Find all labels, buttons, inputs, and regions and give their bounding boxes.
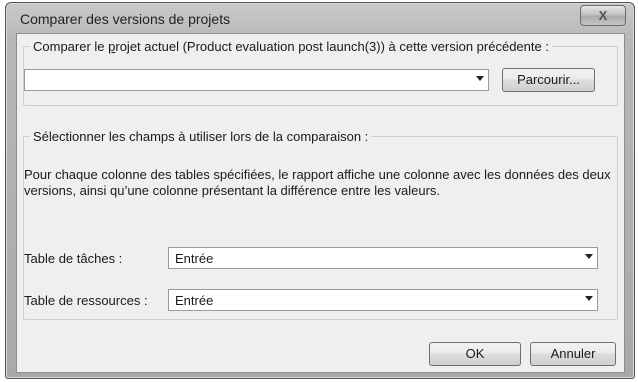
resource-table-combo[interactable]: Entrée bbox=[168, 289, 598, 311]
resource-table-value: Entrée bbox=[175, 293, 214, 308]
fields-group: Sélectionner les champs à utiliser lors … bbox=[23, 129, 618, 320]
browse-button[interactable]: Parcourir... bbox=[502, 68, 595, 92]
previous-version-legend: Comparer le projet actuel (Product evalu… bbox=[30, 39, 552, 54]
task-table-label: Table de tâches : bbox=[24, 251, 123, 266]
title-bar[interactable]: Comparer des versions de projets X bbox=[6, 3, 634, 35]
chevron-down-icon bbox=[585, 296, 593, 301]
dialog-window: Comparer des versions de projets X Compa… bbox=[5, 2, 635, 379]
ok-button[interactable]: OK bbox=[429, 342, 521, 366]
fields-legend: Sélectionner les champs à utiliser lors … bbox=[30, 129, 372, 144]
close-button[interactable]: X bbox=[580, 5, 626, 26]
task-table-combo[interactable]: Entrée bbox=[168, 247, 598, 269]
close-icon: X bbox=[598, 8, 608, 23]
dialog-body: Comparer le projet actuel (Product evalu… bbox=[16, 33, 625, 373]
fields-description: Pour chaque colonne des tables spécifiée… bbox=[24, 167, 611, 198]
cancel-button[interactable]: Annuler bbox=[530, 342, 616, 366]
dialog-title: Comparer des versions de projets bbox=[20, 11, 231, 27]
chevron-down-icon bbox=[476, 76, 484, 81]
previous-version-group: Comparer le projet actuel (Product evalu… bbox=[23, 39, 618, 106]
chevron-down-icon bbox=[585, 254, 593, 259]
resource-table-label: Table de ressources : bbox=[24, 293, 148, 308]
task-table-value: Entrée bbox=[175, 251, 214, 266]
previous-version-combo[interactable] bbox=[24, 69, 489, 91]
